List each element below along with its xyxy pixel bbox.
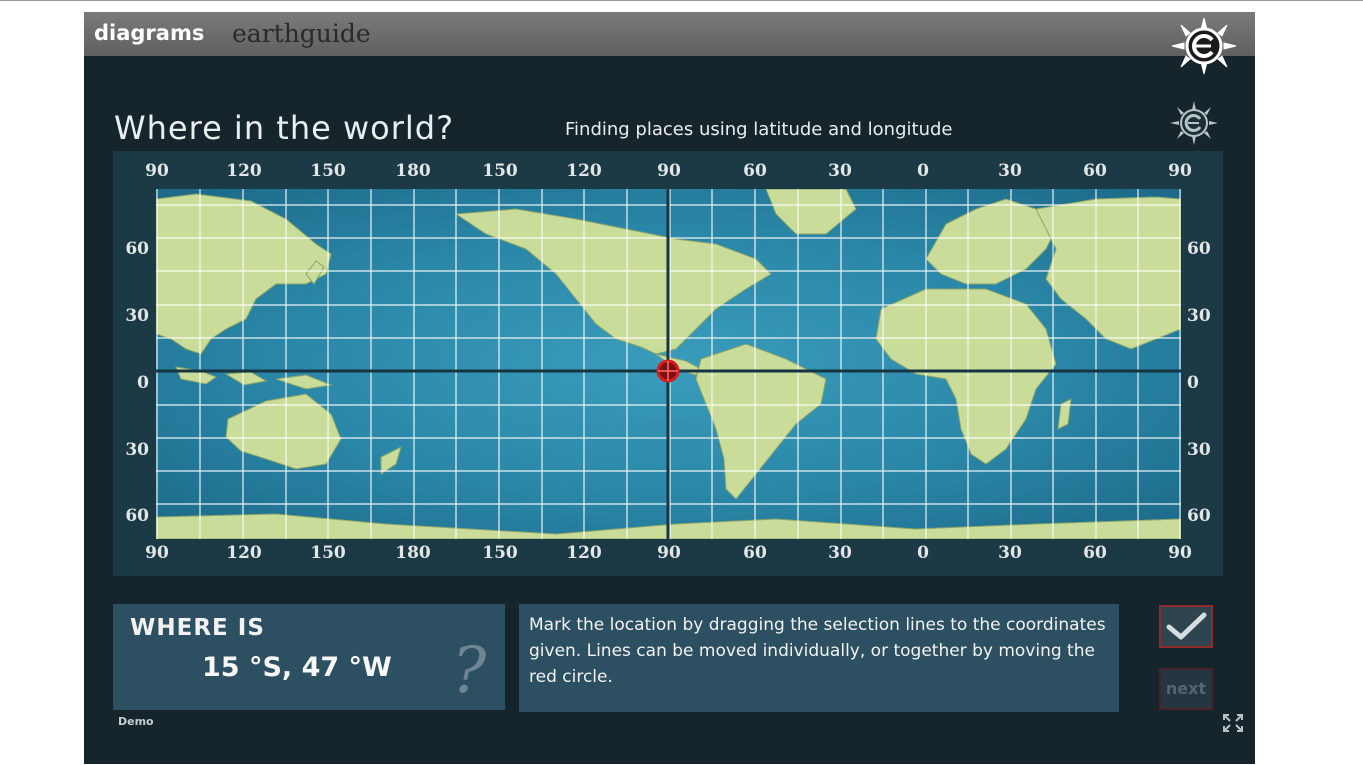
lon-tick-bottom: 120 xyxy=(566,543,602,563)
brand-secondary: earthguide xyxy=(232,19,371,48)
instructions-text: Mark the location by dragging the select… xyxy=(529,615,1106,687)
lon-tick-bottom: 60 xyxy=(743,543,767,563)
lat-tick-left: 0 xyxy=(137,373,149,393)
lat-tick-right: 60 xyxy=(1187,506,1211,526)
lat-tick-left: 30 xyxy=(125,306,149,326)
selection-marker-circle xyxy=(656,359,680,383)
lon-tick-top: 90 xyxy=(657,161,681,181)
lon-tick-bottom: 30 xyxy=(998,543,1022,563)
land-greenland xyxy=(765,189,857,235)
app-window: diagrams earthguide Where in the world? … xyxy=(84,12,1255,764)
target-coordinates: 15 °S, 47 °W xyxy=(202,652,392,683)
question-panel: WHERE IS 15 °S, 47 °W ? xyxy=(113,604,505,710)
lon-tick-top: 60 xyxy=(1083,161,1107,181)
lon-tick-bottom: 60 xyxy=(1083,543,1107,563)
lon-tick-bottom: 90 xyxy=(657,543,681,563)
question-mark-icon[interactable]: ? xyxy=(452,634,486,708)
lat-tick-left: 60 xyxy=(125,506,149,526)
lon-tick-top: 120 xyxy=(226,161,262,181)
lon-tick-top: 60 xyxy=(743,161,767,181)
land-asia-west xyxy=(1035,196,1181,350)
lon-tick-top: 0 xyxy=(917,161,929,181)
lon-tick-bottom: 90 xyxy=(1168,543,1192,563)
lon-tick-top: 150 xyxy=(482,161,518,181)
lat-tick-right: 30 xyxy=(1187,440,1211,460)
next-button[interactable]: next xyxy=(1159,668,1213,710)
demo-label: Demo xyxy=(118,715,154,728)
page-title: Where in the world? xyxy=(114,109,455,147)
fullscreen-icon[interactable] xyxy=(1222,713,1244,733)
lon-tick-bottom: 150 xyxy=(482,543,518,563)
land-south-america xyxy=(695,343,827,500)
lat-tick-right: 60 xyxy=(1187,239,1211,259)
land-new-zealand xyxy=(380,446,402,475)
lon-tick-top: 120 xyxy=(566,161,602,181)
lon-tick-bottom: 150 xyxy=(310,543,346,563)
compass-logo-small-icon xyxy=(1170,101,1218,145)
lon-tick-bottom: 30 xyxy=(828,543,852,563)
lon-tick-bottom: 180 xyxy=(395,543,431,563)
instructions-panel: Mark the location by dragging the select… xyxy=(519,604,1119,712)
lon-tick-bottom: 0 xyxy=(917,543,929,563)
where-is-label: WHERE IS xyxy=(130,615,265,641)
lon-tick-top: 150 xyxy=(310,161,346,181)
lat-tick-right: 0 xyxy=(1187,373,1199,393)
title-bar: diagrams earthguide xyxy=(84,12,1255,56)
world-map-svg xyxy=(156,189,1181,539)
compass-logo-icon[interactable] xyxy=(1168,16,1240,76)
page-subtitle: Finding places using latitude and longit… xyxy=(565,119,953,140)
checkmark-icon xyxy=(1166,612,1207,640)
top-border xyxy=(0,0,1363,1)
lon-tick-top: 90 xyxy=(145,161,169,181)
check-answer-button[interactable] xyxy=(1159,605,1213,648)
lon-tick-bottom: 120 xyxy=(226,543,262,563)
lon-tick-bottom: 90 xyxy=(145,543,169,563)
lat-tick-left: 30 xyxy=(125,440,149,460)
lon-tick-top: 30 xyxy=(828,161,852,181)
world-map[interactable] xyxy=(156,189,1181,539)
lat-tick-left: 60 xyxy=(125,239,149,259)
lon-tick-top: 180 xyxy=(395,161,431,181)
land-madagascar xyxy=(1057,398,1072,430)
brand-primary: diagrams xyxy=(94,21,205,45)
map-panel: 90 120 150 180 150 120 90 60 30 0 30 60 … xyxy=(113,151,1223,576)
lon-tick-top: 90 xyxy=(1168,161,1192,181)
lat-tick-right: 30 xyxy=(1187,306,1211,326)
land-north-america xyxy=(454,208,772,355)
lon-tick-top: 30 xyxy=(998,161,1022,181)
